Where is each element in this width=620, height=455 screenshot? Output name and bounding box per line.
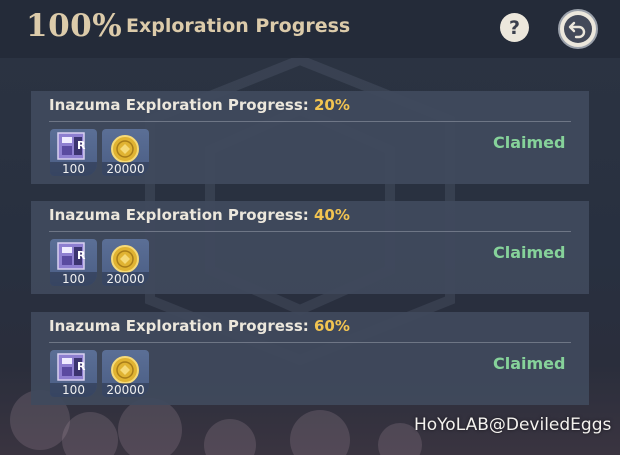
divider [49,121,571,122]
reward-item-mora[interactable]: 20000 [102,129,149,176]
reward-percent: 60% [314,317,350,335]
reward-card-title: Inazuma Exploration Progress: 20% [49,96,350,114]
svg-text:R: R [77,360,86,373]
reward-item-wish[interactable]: R 100 [50,129,97,176]
reward-item-wish[interactable]: R 100 [50,350,97,397]
help-button[interactable]: ? [500,13,529,42]
mora-coin-icon [111,356,139,384]
reward-count: 100 [50,272,97,286]
reward-count: 20000 [102,383,149,397]
reward-card: Inazuma Exploration Progress: 60% R 100 … [31,312,589,405]
status-claimed: Claimed [493,133,566,152]
reward-count: 20000 [102,162,149,176]
reward-item-mora[interactable]: 20000 [102,239,149,286]
reward-count: 20000 [102,272,149,286]
reward-item-mora[interactable]: 20000 [102,350,149,397]
status-claimed: Claimed [493,354,566,373]
reward-label: Inazuma Exploration Progress: [49,96,314,114]
mora-coin-icon [111,245,139,273]
page-title: Exploration Progress [126,15,351,37]
mora-coin-icon [111,135,139,163]
reward-percent: 20% [314,96,350,114]
back-button[interactable] [558,9,598,49]
reward-count: 100 [50,162,97,176]
overall-progress-value: 100% [26,8,123,44]
reward-card: Inazuma Exploration Progress: 20% R 100 … [31,91,589,184]
return-arrow-icon [564,15,592,43]
primogem-wish-item-icon: R [57,242,86,270]
watermark: HoYoLAB@DeviledEggs [414,415,612,435]
svg-text:R: R [77,249,86,262]
reward-count: 100 [50,383,97,397]
status-claimed: Claimed [493,243,566,262]
reward-card-title: Inazuma Exploration Progress: 60% [49,317,350,335]
reward-item-wish[interactable]: R 100 [50,239,97,286]
primogem-wish-item-icon: R [57,132,86,160]
reward-label: Inazuma Exploration Progress: [49,317,314,335]
primogem-wish-item-icon: R [57,353,86,381]
divider [49,342,571,343]
question-mark-icon: ? [508,16,521,39]
reward-label: Inazuma Exploration Progress: [49,206,314,224]
svg-text:R: R [77,139,86,152]
reward-card-title: Inazuma Exploration Progress: 40% [49,206,350,224]
header-bar: 100% Exploration Progress ? [0,0,620,58]
reward-percent: 40% [314,206,350,224]
divider [49,231,571,232]
reward-card: Inazuma Exploration Progress: 40% R 100 … [31,201,589,294]
